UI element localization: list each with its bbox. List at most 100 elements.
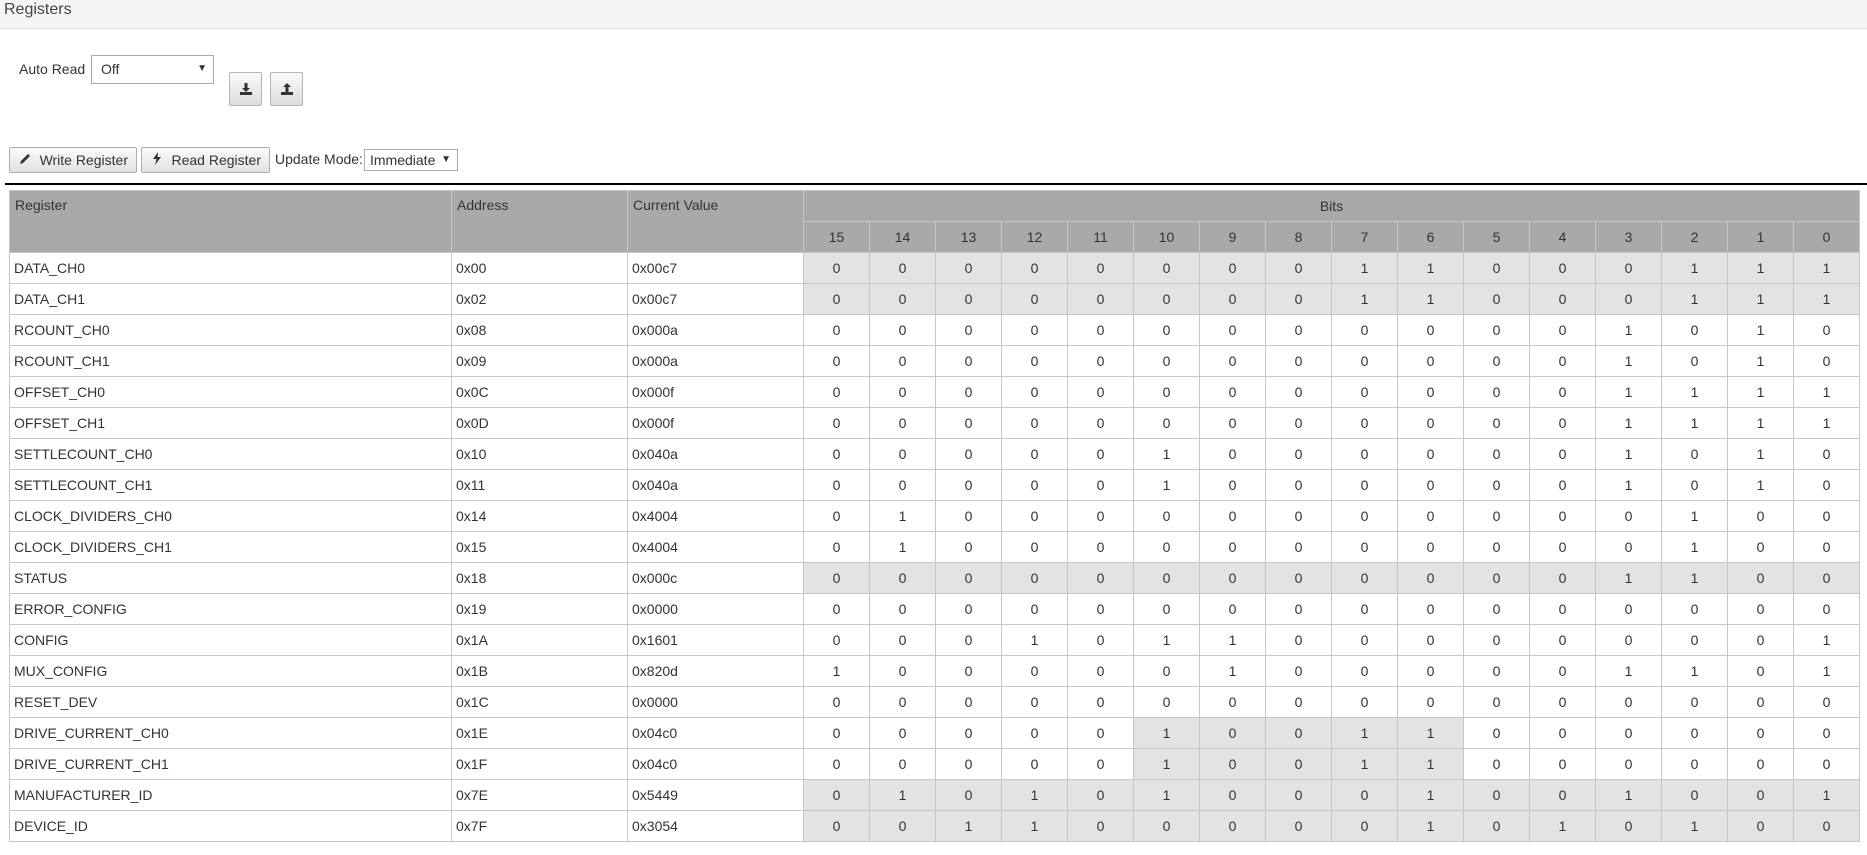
- register-row[interactable]: RESET_DEV 0x1C 0x0000 0 0 0 0 0 0 0 0 0 0 0 0 0 0 0 0: [9, 686, 1860, 718]
- bit-cell[interactable]: 0: [935, 717, 1002, 749]
- bit-cell[interactable]: 0: [1793, 748, 1860, 780]
- bit-cell[interactable]: 0: [1529, 345, 1596, 377]
- bit-cell[interactable]: 0: [1661, 345, 1728, 377]
- bit-cell[interactable]: 0: [1595, 283, 1662, 315]
- register-row[interactable]: RCOUNT_CH0 0x08 0x000a 0 0 0 0 0 0 0 0 0 0 0 0 1 0 1 0: [9, 314, 1860, 346]
- bit-cell[interactable]: 0: [935, 252, 1002, 284]
- bit-cell[interactable]: 0: [869, 438, 936, 470]
- bit-cell[interactable]: 0: [1595, 252, 1662, 284]
- bit-cell[interactable]: 0: [1463, 748, 1530, 780]
- bit-cell[interactable]: 0: [1529, 748, 1596, 780]
- bit-cell[interactable]: 1: [935, 810, 1002, 842]
- bit-cell[interactable]: 0: [1133, 314, 1200, 346]
- bit-cell[interactable]: 0: [1661, 717, 1728, 749]
- bit-cell[interactable]: 0: [1397, 314, 1464, 346]
- bit-cell[interactable]: 0: [1199, 469, 1266, 501]
- bit-cell[interactable]: 0: [869, 469, 936, 501]
- bit-cell[interactable]: 0: [1397, 469, 1464, 501]
- bit-cell[interactable]: 1: [1331, 748, 1398, 780]
- register-value-cell[interactable]: 0x00c7: [627, 283, 804, 315]
- bit-cell[interactable]: 0: [935, 469, 1002, 501]
- bit-cell[interactable]: 0: [1529, 531, 1596, 563]
- bit-cell[interactable]: 0: [1199, 252, 1266, 284]
- bit-cell[interactable]: 0: [1463, 686, 1530, 718]
- bit-cell[interactable]: 0: [1529, 376, 1596, 408]
- bit-cell[interactable]: 0: [803, 314, 870, 346]
- bit-cell[interactable]: 1: [1397, 252, 1464, 284]
- bit-cell[interactable]: 0: [1529, 562, 1596, 594]
- bit-cell[interactable]: 0: [1397, 438, 1464, 470]
- register-row[interactable]: MANUFACTURER_ID 0x7E 0x5449 0 1 0 1 0 1 0 0 0 1 0 0 1 0 0…: [9, 779, 1860, 811]
- bit-cell[interactable]: 0: [935, 500, 1002, 532]
- bit-cell[interactable]: 0: [803, 810, 870, 842]
- bit-cell[interactable]: 0: [1331, 469, 1398, 501]
- register-value-cell[interactable]: 0x04c0: [627, 748, 804, 780]
- bit-cell[interactable]: 1: [1595, 314, 1662, 346]
- bit-cell[interactable]: 0: [1001, 283, 1068, 315]
- bit-cell[interactable]: 0: [1133, 593, 1200, 625]
- bit-cell[interactable]: 0: [1793, 810, 1860, 842]
- bit-cell[interactable]: 1: [1133, 717, 1200, 749]
- bit-cell[interactable]: 1: [1727, 438, 1794, 470]
- bit-cell[interactable]: 0: [1265, 469, 1332, 501]
- bit-cell[interactable]: 0: [1727, 531, 1794, 563]
- bit-cell[interactable]: 0: [1661, 469, 1728, 501]
- bit-cell[interactable]: 0: [1727, 779, 1794, 811]
- bit-cell[interactable]: 0: [1067, 624, 1134, 656]
- bit-cell[interactable]: 1: [1133, 748, 1200, 780]
- bit-cell[interactable]: 1: [1331, 717, 1398, 749]
- bit-cell[interactable]: 0: [1001, 345, 1068, 377]
- bit-cell[interactable]: 0: [1331, 500, 1398, 532]
- register-value-cell[interactable]: 0x1601: [627, 624, 804, 656]
- bit-cell[interactable]: 1: [1001, 624, 1068, 656]
- bit-cell[interactable]: 0: [1331, 531, 1398, 563]
- bit-cell[interactable]: 0: [1001, 717, 1068, 749]
- bit-cell[interactable]: 0: [1265, 407, 1332, 439]
- bit-cell[interactable]: 0: [1067, 717, 1134, 749]
- bit-cell[interactable]: 0: [1529, 624, 1596, 656]
- bit-cell[interactable]: 0: [1001, 438, 1068, 470]
- bit-cell[interactable]: 0: [1595, 748, 1662, 780]
- bit-cell[interactable]: 1: [1397, 283, 1464, 315]
- bit-cell[interactable]: 0: [803, 283, 870, 315]
- bit-cell[interactable]: 0: [1199, 283, 1266, 315]
- bit-cell[interactable]: 0: [1727, 686, 1794, 718]
- bit-cell[interactable]: 1: [1727, 314, 1794, 346]
- bit-cell[interactable]: 0: [1331, 624, 1398, 656]
- bit-cell[interactable]: 1: [1727, 407, 1794, 439]
- bit-cell[interactable]: 0: [1067, 252, 1134, 284]
- bit-cell[interactable]: 0: [1529, 252, 1596, 284]
- bit-cell[interactable]: 0: [1265, 438, 1332, 470]
- bit-cell[interactable]: 0: [869, 562, 936, 594]
- bit-cell[interactable]: 0: [1001, 376, 1068, 408]
- bit-cell[interactable]: 0: [1727, 810, 1794, 842]
- bit-cell[interactable]: 0: [1265, 748, 1332, 780]
- bit-cell[interactable]: 0: [1265, 252, 1332, 284]
- bit-cell[interactable]: 1: [1397, 748, 1464, 780]
- bit-cell[interactable]: 1: [1595, 655, 1662, 687]
- register-value-cell[interactable]: 0x000a: [627, 314, 804, 346]
- bit-cell[interactable]: 0: [1529, 283, 1596, 315]
- bit-cell[interactable]: 0: [1067, 686, 1134, 718]
- register-row[interactable]: SETTLECOUNT_CH1 0x11 0x040a 0 0 0 0 0 1 0 0 0 0 0 0 1 0 1…: [9, 469, 1860, 501]
- bit-cell[interactable]: 0: [869, 624, 936, 656]
- bit-cell[interactable]: 0: [1463, 283, 1530, 315]
- register-row[interactable]: CONFIG 0x1A 0x1601 0 0 0 1 0 1 1 0 0 0 0 0 0 0 0 1: [9, 624, 1860, 656]
- bit-cell[interactable]: 1: [1727, 469, 1794, 501]
- register-value-cell[interactable]: 0x3054: [627, 810, 804, 842]
- bit-cell[interactable]: 0: [1067, 469, 1134, 501]
- bit-cell[interactable]: 1: [1331, 283, 1398, 315]
- bit-cell[interactable]: 0: [1463, 655, 1530, 687]
- bit-cell[interactable]: 0: [869, 810, 936, 842]
- bit-cell[interactable]: 1: [1199, 655, 1266, 687]
- bit-cell[interactable]: 0: [803, 624, 870, 656]
- bit-cell[interactable]: 1: [1793, 655, 1860, 687]
- bit-cell[interactable]: 0: [1199, 779, 1266, 811]
- bit-cell[interactable]: 0: [1331, 593, 1398, 625]
- bit-cell[interactable]: 0: [1067, 376, 1134, 408]
- bit-cell[interactable]: 0: [1133, 655, 1200, 687]
- bit-cell[interactable]: 0: [1463, 717, 1530, 749]
- bit-cell[interactable]: 0: [1595, 686, 1662, 718]
- bit-cell[interactable]: 0: [1001, 562, 1068, 594]
- bit-cell[interactable]: 0: [1397, 655, 1464, 687]
